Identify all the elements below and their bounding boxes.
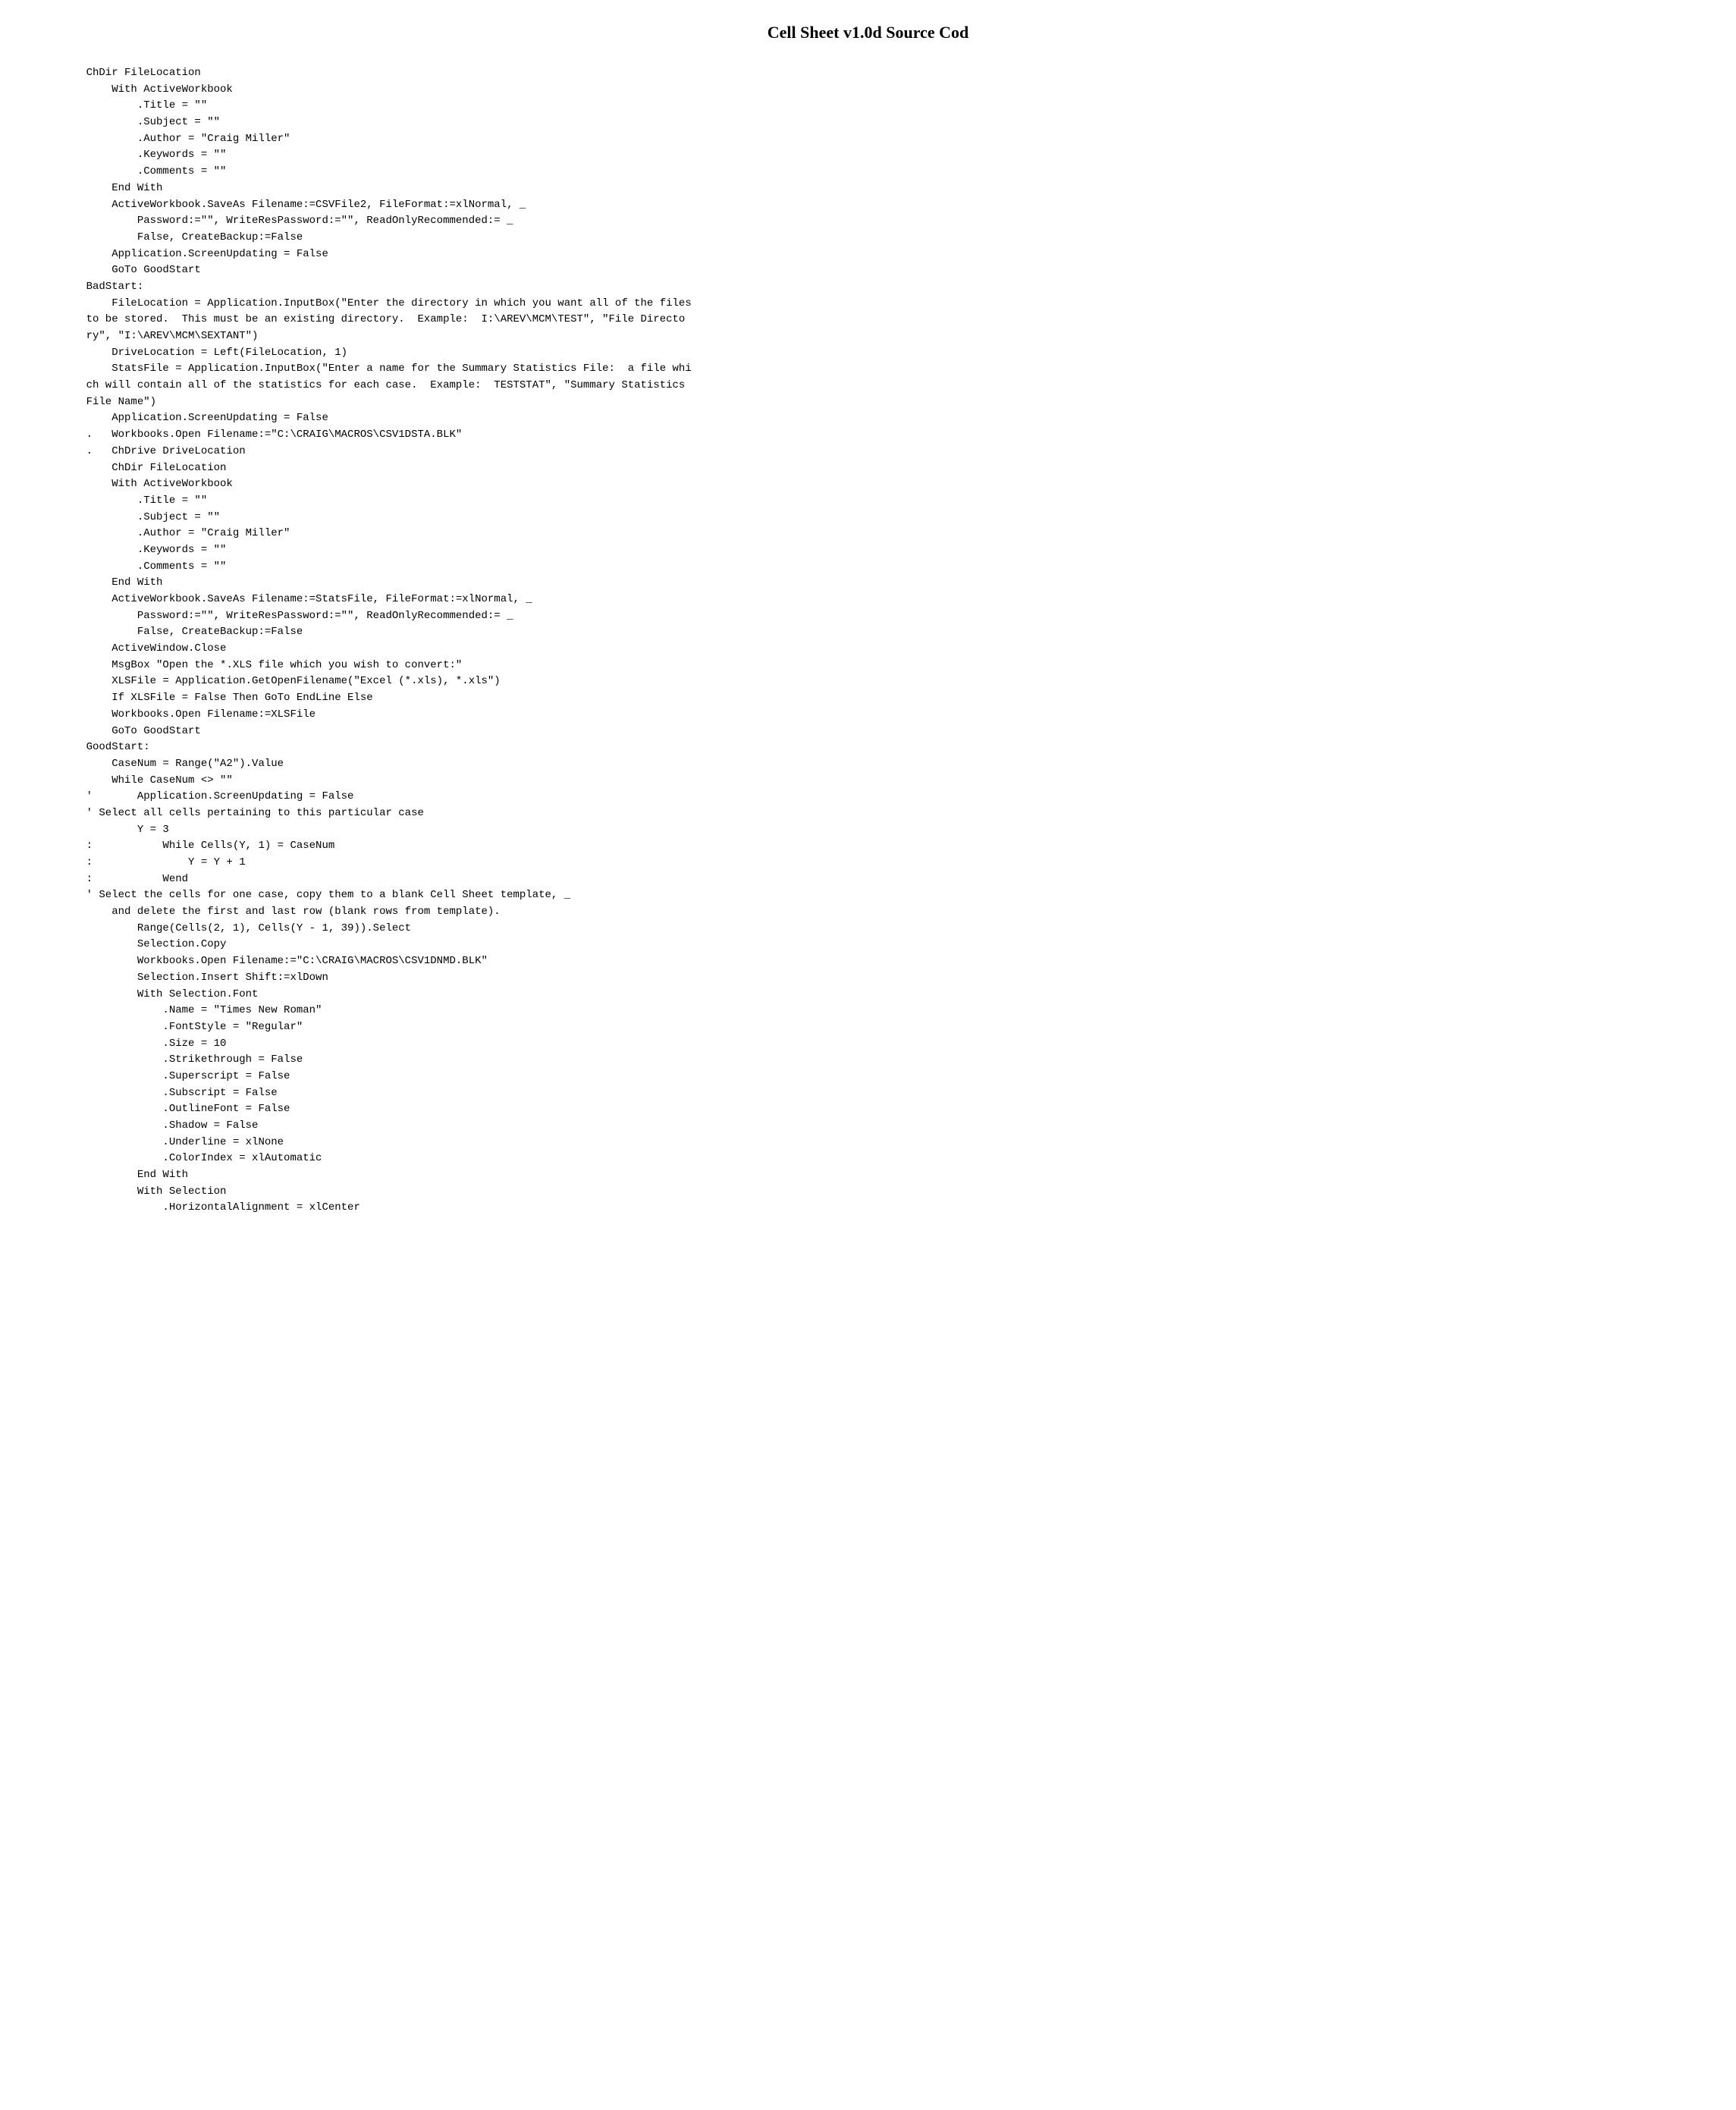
code-line: Application.ScreenUpdating = False — [61, 410, 1706, 427]
code-line: .Strikethrough = False — [61, 1052, 1706, 1069]
code-line: CaseNum = Range("A2").Value — [61, 756, 1706, 773]
code-line: .Underline = xlNone — [61, 1135, 1706, 1151]
code-line: Selection.Copy — [61, 937, 1706, 953]
code-line: False, CreateBackup:=False — [61, 230, 1706, 246]
code-line: .Author = "Craig Miller" — [61, 526, 1706, 542]
code-line: ActiveWorkbook.SaveAs Filename:=StatsFil… — [61, 592, 1706, 608]
code-line: GoTo GoodStart — [61, 724, 1706, 740]
code-line: Password:="", WriteResPassword:="", Read… — [61, 213, 1706, 230]
code-line: GoTo GoodStart — [61, 262, 1706, 279]
code-line: MsgBox "Open the *.XLS file which you wi… — [61, 658, 1706, 674]
code-line: : While Cells(Y, 1) = CaseNum — [61, 838, 1706, 855]
code-line: .Title = "" — [61, 493, 1706, 510]
code-line: : Y = Y + 1 — [61, 855, 1706, 871]
code-line: FileLocation = Application.InputBox("Ent… — [61, 296, 1706, 312]
code-line: With Selection.Font — [61, 987, 1706, 1003]
code-line: BadStart: — [61, 279, 1706, 296]
code-line: Application.ScreenUpdating = False — [61, 246, 1706, 263]
code-line: With Selection — [61, 1184, 1706, 1201]
code-line: ChDir FileLocation — [61, 65, 1706, 82]
code-line: .Keywords = "" — [61, 147, 1706, 164]
code-line: .ColorIndex = xlAutomatic — [61, 1151, 1706, 1167]
code-line: ActiveWorkbook.SaveAs Filename:=CSVFile2… — [61, 197, 1706, 214]
code-line: .Subject = "" — [61, 510, 1706, 526]
code-line: File Name") — [61, 394, 1706, 411]
code-line: Workbooks.Open Filename:=XLSFile — [61, 707, 1706, 724]
code-line: .HorizontalAlignment = xlCenter — [61, 1200, 1706, 1217]
code-line: .Name = "Times New Roman" — [61, 1003, 1706, 1019]
code-line: .Comments = "" — [61, 559, 1706, 576]
page-container: Cell Sheet v1.0d Source Cod ChDir FileLo… — [30, 15, 1706, 1217]
code-line: False, CreateBackup:=False — [61, 624, 1706, 641]
code-line: StatsFile = Application.InputBox("Enter … — [61, 361, 1706, 378]
code-block: ChDir FileLocation With ActiveWorkbook .… — [30, 65, 1706, 1217]
code-line: .Comments = "" — [61, 164, 1706, 181]
code-line: : Wend — [61, 871, 1706, 888]
code-line: While CaseNum <> "" — [61, 773, 1706, 790]
code-line: Y = 3 — [61, 822, 1706, 839]
code-line: to be stored. This must be an existing d… — [61, 312, 1706, 328]
code-line: With ActiveWorkbook — [61, 82, 1706, 99]
code-line: Password:="", WriteResPassword:="", Read… — [61, 608, 1706, 625]
code-line: .Keywords = "" — [61, 542, 1706, 559]
code-line: ry", "I:\AREV\MCM\SEXTANT") — [61, 328, 1706, 345]
code-line: GoodStart: — [61, 739, 1706, 756]
code-line: . Workbooks.Open Filename:="C:\CRAIG\MAC… — [61, 427, 1706, 444]
code-line: ' Select all cells pertaining to this pa… — [61, 805, 1706, 822]
code-line: ' Select the cells for one case, copy th… — [61, 887, 1706, 904]
code-line: ch will contain all of the statistics fo… — [61, 378, 1706, 394]
code-line: Selection.Insert Shift:=xlDown — [61, 970, 1706, 987]
code-line: .Shadow = False — [61, 1118, 1706, 1135]
code-line: . ChDrive DriveLocation — [61, 444, 1706, 460]
code-line: End With — [61, 575, 1706, 592]
code-line: .Superscript = False — [61, 1069, 1706, 1085]
code-line: Range(Cells(2, 1), Cells(Y - 1, 39)).Sel… — [61, 921, 1706, 937]
code-line: End With — [61, 1167, 1706, 1184]
code-line: .Subject = "" — [61, 115, 1706, 131]
code-line: ' Application.ScreenUpdating = False — [61, 789, 1706, 805]
code-line: and delete the first and last row (blank… — [61, 904, 1706, 921]
code-line: ActiveWindow.Close — [61, 641, 1706, 658]
code-line: .Size = 10 — [61, 1036, 1706, 1053]
code-line: With ActiveWorkbook — [61, 476, 1706, 493]
code-line: If XLSFile = False Then GoTo EndLine Els… — [61, 690, 1706, 707]
code-line: DriveLocation = Left(FileLocation, 1) — [61, 345, 1706, 362]
code-line: .Title = "" — [61, 98, 1706, 115]
code-line: Workbooks.Open Filename:="C:\CRAIG\MACRO… — [61, 953, 1706, 970]
code-line: .Author = "Craig Miller" — [61, 131, 1706, 148]
code-line: .OutlineFont = False — [61, 1101, 1706, 1118]
code-line: .Subscript = False — [61, 1085, 1706, 1102]
code-line: End With — [61, 181, 1706, 197]
code-line: ChDir FileLocation — [61, 460, 1706, 477]
code-line: .FontStyle = "Regular" — [61, 1019, 1706, 1036]
page-title: Cell Sheet v1.0d Source Cod — [30, 15, 1706, 42]
code-line: XLSFile = Application.GetOpenFilename("E… — [61, 674, 1706, 690]
